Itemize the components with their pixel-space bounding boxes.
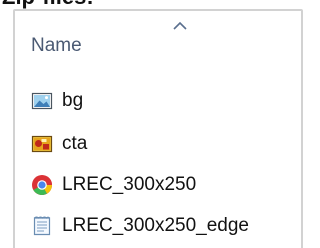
chrome-html-icon (32, 175, 52, 195)
file-row-bg[interactable]: bg (31, 87, 83, 115)
text-file-icon (33, 216, 51, 236)
column-header-name[interactable]: Name (31, 35, 82, 57)
file-row-cta[interactable]: cta (31, 130, 87, 158)
file-name: cta (62, 133, 88, 154)
image-file-icon (31, 92, 53, 110)
file-name: LREC_300x250_edge (62, 215, 249, 236)
image-file-icon (31, 135, 53, 153)
sort-ascending-icon (173, 21, 187, 30)
file-list-pane: Name bg cta LREC_300x250 LREC_300x250_ed… (13, 9, 303, 248)
file-row-lrec-300x250-edge[interactable]: LREC_300x250_edge (31, 212, 249, 240)
file-name: LREC_300x250 (62, 174, 197, 195)
file-name: bg (62, 90, 84, 111)
window-title: Zip-files: (2, 0, 94, 8)
file-row-lrec-300x250[interactable]: LREC_300x250 (31, 171, 196, 199)
file-explorer: Zip-files: Name bg cta (0, 0, 303, 248)
